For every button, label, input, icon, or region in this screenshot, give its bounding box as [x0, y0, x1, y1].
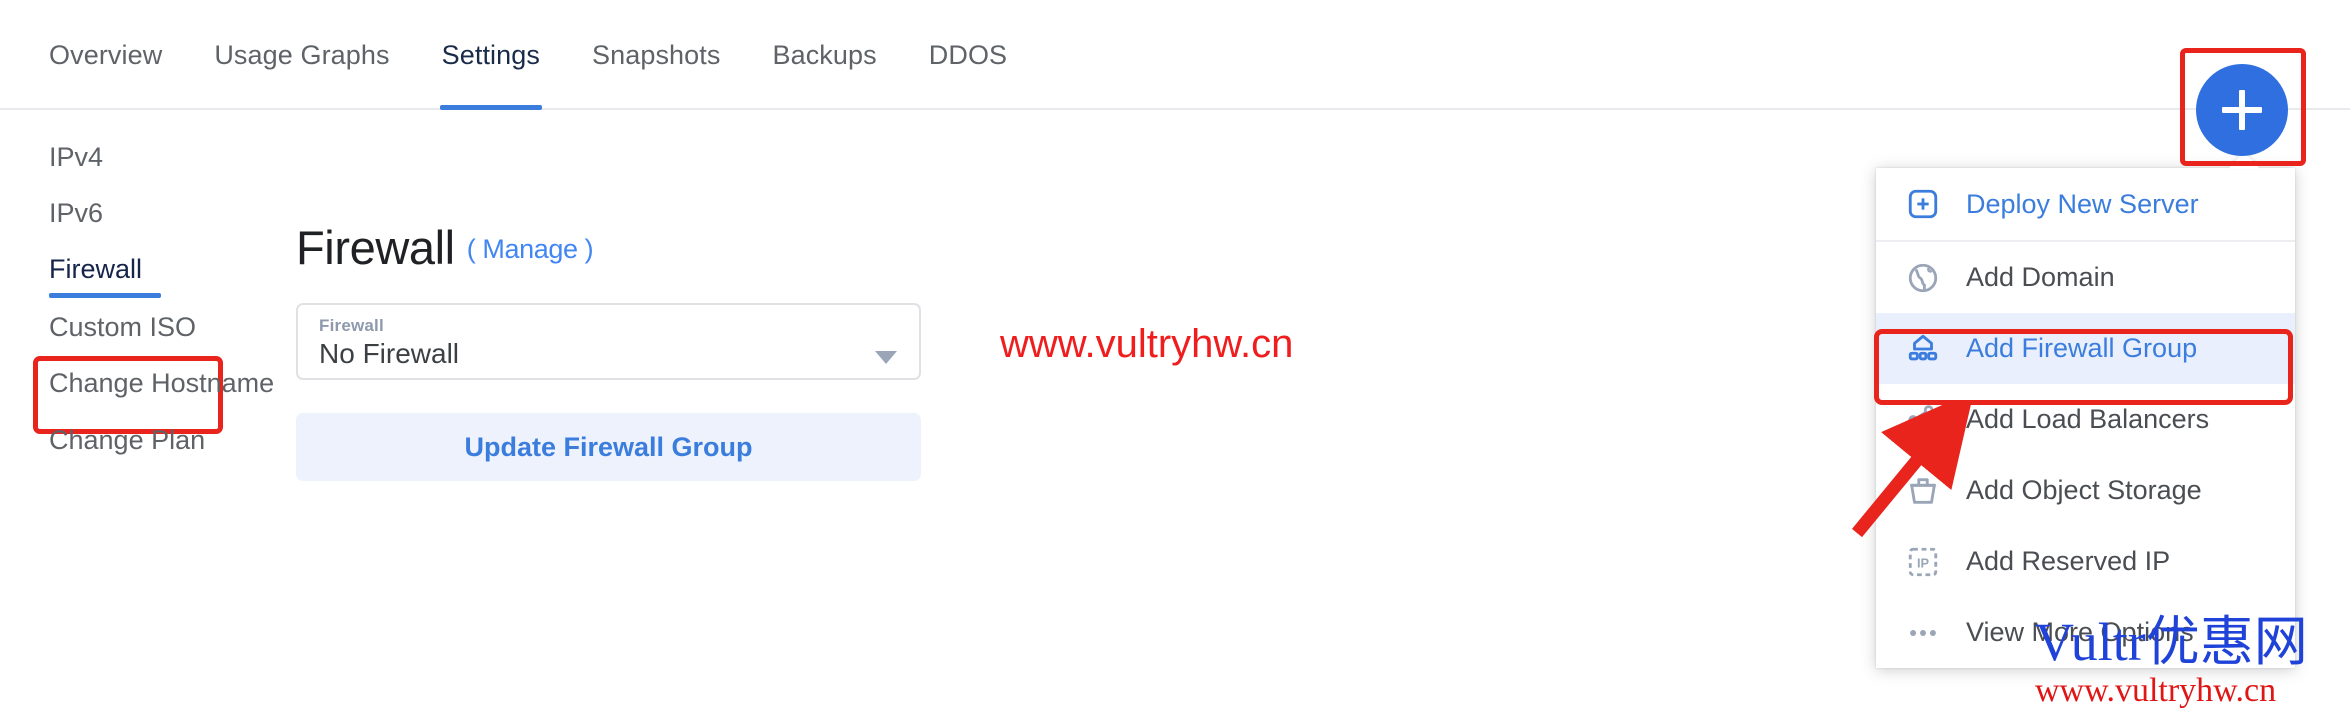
menu-item-add-domain[interactable]: Add Domain — [1876, 242, 2295, 313]
watermark-url-text: www.vultryhw.cn — [2035, 672, 2277, 709]
sidebar-item-custom-iso[interactable]: Custom ISO — [49, 312, 196, 343]
chevron-down-icon[interactable] — [875, 351, 897, 364]
menu-item-add-object-storage[interactable]: Add Object Storage — [1876, 455, 2295, 526]
tab-label: Settings — [441, 39, 540, 70]
tab-bar: Overview Usage Graphs Settings Snapshots… — [0, 0, 2350, 110]
page-title-text: Firewall — [296, 221, 455, 274]
menu-item-label: Deploy New Server — [1966, 188, 2199, 219]
menu-item-view-more-options[interactable]: View More Options — [1876, 597, 2295, 668]
ellipsis-icon — [1902, 616, 1944, 650]
sidebar-item-change-plan[interactable]: Change Plan — [49, 425, 205, 456]
sidebar-item-change-hostname[interactable]: Change Hostname — [49, 368, 274, 399]
tab-settings[interactable]: Settings — [416, 0, 566, 110]
sidebar-item-firewall[interactable]: Firewall — [49, 254, 142, 285]
menu-item-label: View More Options — [1966, 617, 2194, 647]
load-balancer-icon — [1902, 403, 1944, 437]
tab-label: Backups — [772, 39, 877, 70]
firewall-select-label: Firewall — [319, 316, 384, 335]
sidebar-item-label: IPv6 — [49, 198, 104, 228]
tab-label: Snapshots — [591, 39, 721, 70]
firewall-select-value: No Firewall — [319, 338, 460, 369]
sidebar-item-ipv6[interactable]: IPv6 — [49, 198, 103, 229]
menu-item-label: Add Object Storage — [1966, 475, 2202, 505]
firewall-icon — [1902, 332, 1944, 366]
tab-label: DDOS — [928, 39, 1008, 70]
tab-backups[interactable]: Backups — [746, 0, 902, 110]
add-new-dropdown-menu: Deploy New Server Add Domain Add Firewal… — [1876, 168, 2295, 668]
menu-item-add-firewall-group[interactable]: Add Firewall Group — [1876, 313, 2295, 384]
bucket-icon — [1902, 474, 1944, 508]
plus-square-icon — [1902, 187, 1944, 221]
sidebar-item-label: IPv4 — [49, 142, 104, 172]
sidebar-item-label: Change Hostname — [49, 368, 275, 398]
menu-item-deploy-new-server[interactable]: Deploy New Server — [1876, 168, 2295, 242]
tab-usage-graphs[interactable]: Usage Graphs — [188, 0, 415, 110]
manage-link[interactable]: ( Manage ) — [467, 234, 594, 264]
main-content: Firewall( Manage ) Firewall No Firewall … — [290, 110, 1850, 726]
menu-item-add-load-balancers[interactable]: Add Load Balancers — [1876, 384, 2295, 455]
tab-snapshots[interactable]: Snapshots — [566, 0, 747, 110]
svg-text:IP: IP — [1917, 555, 1930, 570]
add-new-button[interactable] — [2196, 64, 2288, 156]
sidebar-item-label: Custom ISO — [49, 312, 197, 342]
firewall-select[interactable]: Firewall No Firewall — [296, 303, 921, 380]
page-title: Firewall ( Manage ) — [296, 220, 594, 275]
sidebar-item-label: Change Plan — [49, 425, 206, 455]
menu-item-label: Add Load Balancers — [1966, 404, 2210, 434]
tab-overview[interactable]: Overview — [49, 0, 188, 110]
menu-item-label: Add Firewall Group — [1966, 333, 2198, 363]
sidebar-item-ipv4[interactable]: IPv4 — [49, 142, 103, 173]
menu-item-label: Add Domain — [1966, 262, 2115, 292]
tab-ddos[interactable]: DDOS — [903, 0, 1033, 110]
update-firewall-group-label: Update Firewall Group — [464, 431, 753, 462]
sidebar-item-label: Firewall — [49, 254, 143, 284]
settings-sidebar: IPv4 IPv6 Firewall Custom ISO Change Hos… — [0, 110, 290, 726]
sidebar-active-underline — [49, 293, 161, 298]
menu-item-add-reserved-ip[interactable]: IP Add Reserved IP — [1876, 526, 2295, 597]
tab-label: Overview — [49, 39, 163, 70]
reserved-ip-icon: IP — [1902, 545, 1944, 579]
update-firewall-group-button[interactable]: Update Firewall Group — [296, 413, 921, 481]
tab-label: Usage Graphs — [214, 39, 390, 70]
globe-icon — [1902, 261, 1944, 295]
menu-item-label: Add Reserved IP — [1966, 546, 2171, 576]
tab-list: Overview Usage Graphs Settings Snapshots… — [49, 0, 1033, 110]
